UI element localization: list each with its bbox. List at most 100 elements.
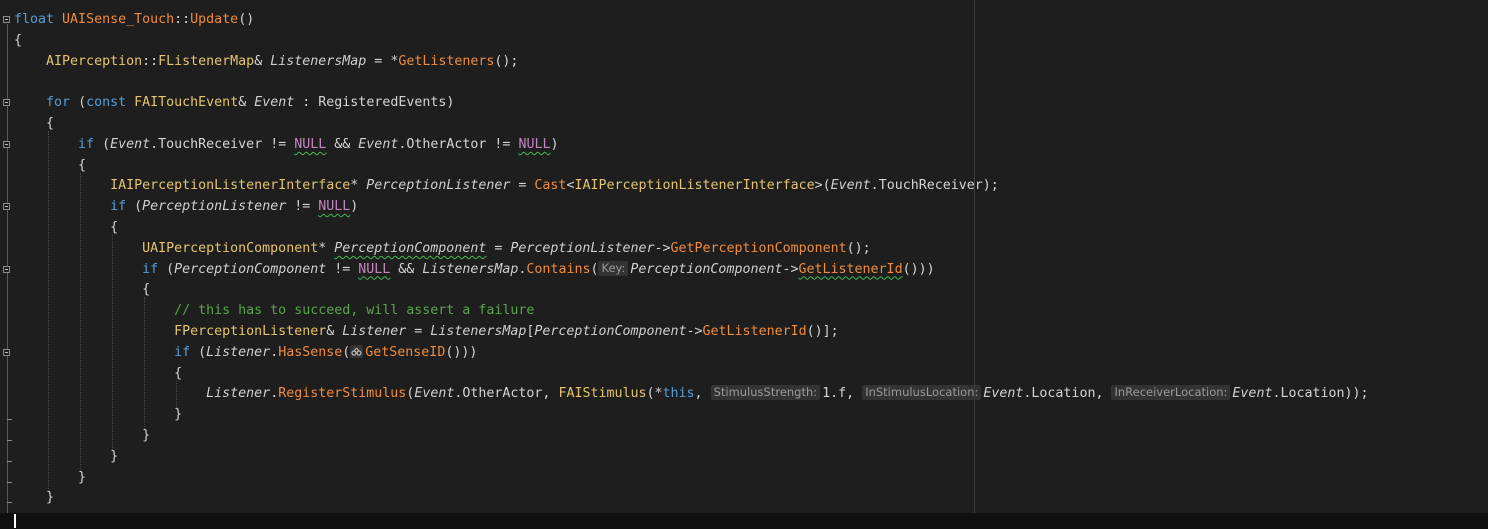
code-token[interactable]: if	[110, 199, 126, 214]
code-line[interactable]: if (Event.TouchReceiver != NULL && Event…	[14, 134, 558, 155]
code-token[interactable]: Event	[983, 386, 1023, 401]
code-token[interactable]: PerceptionListener	[510, 241, 654, 256]
code-token[interactable]: !=	[262, 137, 294, 152]
code-token[interactable]: }	[14, 490, 54, 505]
code-line[interactable]: IAIPerceptionListenerInterface* Percepti…	[14, 175, 999, 196]
code-token[interactable]: (	[126, 199, 142, 214]
code-token[interactable]: !=	[486, 137, 518, 152]
code-token[interactable]: ));	[1345, 386, 1369, 401]
code-token[interactable]: Contains	[526, 262, 590, 277]
code-token[interactable]: RegisteredEvents	[318, 95, 446, 110]
code-token[interactable]: {	[14, 366, 182, 381]
code-token[interactable]: const	[86, 95, 126, 110]
code-token[interactable]	[14, 95, 46, 110]
code-token[interactable]: {	[14, 220, 118, 235]
code-token[interactable]: GetListenerId	[799, 262, 903, 277]
code-token[interactable]: ()	[238, 12, 254, 27]
code-token[interactable]: TouchReceiver	[158, 137, 262, 152]
code-token[interactable]: (	[590, 262, 598, 277]
code-token[interactable]: ();	[494, 54, 518, 69]
code-token[interactable]: AIPerception	[46, 54, 142, 69]
code-token[interactable]: FAITouchEvent	[134, 95, 238, 110]
code-token[interactable]: Event	[1232, 386, 1272, 401]
fold-toggle-icon[interactable]	[3, 140, 10, 148]
code-token[interactable]: *	[318, 241, 334, 256]
code-token[interactable]: {	[14, 158, 86, 173]
code-token[interactable]: ()];	[807, 324, 839, 339]
code-line[interactable]: if (Listener.HasSense(GetSenseID()))	[14, 342, 477, 363]
code-line[interactable]: FPerceptionListener& Listener = Listener…	[14, 321, 839, 342]
code-token[interactable]: PerceptionComponent	[534, 324, 686, 339]
code-token[interactable]: Cast	[534, 178, 566, 193]
code-token[interactable]: ->	[782, 262, 798, 277]
code-token[interactable]: &&	[326, 137, 358, 152]
code-token[interactable]: &	[254, 54, 270, 69]
code-token[interactable]: .	[871, 178, 879, 193]
code-token[interactable]: ::	[174, 12, 190, 27]
code-token[interactable]: TouchReceiver	[879, 178, 983, 193]
code-token[interactable]: )	[350, 199, 358, 214]
code-token[interactable]: (	[70, 95, 86, 110]
code-token[interactable]: GetPerceptionComponent	[671, 241, 847, 256]
code-token[interactable]	[126, 95, 134, 110]
code-token[interactable]	[14, 241, 142, 256]
code-token[interactable]: {	[14, 282, 150, 297]
code-line[interactable]: {	[14, 363, 182, 384]
code-token[interactable]: .	[270, 386, 278, 401]
fold-toggle-icon[interactable]	[3, 265, 10, 273]
code-token[interactable]	[14, 178, 110, 193]
code-token[interactable]: }	[14, 470, 86, 485]
code-token[interactable]: ->	[687, 324, 703, 339]
code-line[interactable]: AIPerception::FListenerMap& ListenersMap…	[14, 51, 518, 72]
code-token[interactable]: ,	[1095, 386, 1111, 401]
code-token[interactable]: >(	[815, 178, 831, 193]
code-token[interactable]	[14, 324, 174, 339]
code-token[interactable]: ListenersMap	[270, 54, 366, 69]
code-token[interactable]: RegisterStimulus	[278, 386, 406, 401]
code-token[interactable]: HasSense	[278, 345, 342, 360]
code-line[interactable]: float UAISense_Touch::Update()	[14, 9, 254, 30]
code-token[interactable]: 1.f,	[822, 386, 862, 401]
code-token[interactable]: = *	[366, 54, 398, 69]
code-line[interactable]: }	[14, 446, 118, 467]
code-token[interactable]	[14, 303, 174, 318]
code-token[interactable]: ()))	[445, 345, 477, 360]
code-token[interactable]: );	[983, 178, 999, 193]
code-token[interactable]: ();	[847, 241, 871, 256]
code-token[interactable]	[54, 12, 62, 27]
code-line[interactable]: {	[14, 30, 22, 51]
code-token[interactable]: (	[190, 345, 206, 360]
code-token[interactable]: (	[342, 345, 350, 360]
code-token[interactable]: Listener	[342, 324, 406, 339]
code-editor[interactable]: float UAISense_Touch::Update(){ AIPercep…	[0, 0, 1488, 529]
code-token[interactable]	[14, 386, 206, 401]
code-token[interactable]: NULL	[518, 137, 550, 152]
code-token[interactable]: if	[142, 262, 158, 277]
code-token[interactable]: PerceptionListener	[366, 178, 510, 193]
fold-toggle-icon[interactable]	[3, 348, 10, 356]
code-token[interactable]: ListenersMap	[422, 262, 518, 277]
code-token[interactable]: }	[14, 449, 118, 464]
code-token[interactable]: UAIPerceptionComponent	[142, 241, 318, 256]
code-token[interactable]	[14, 345, 174, 360]
code-token[interactable]: !=	[326, 262, 358, 277]
code-token[interactable]: ->	[654, 241, 670, 256]
code-token[interactable]	[14, 262, 142, 277]
code-token[interactable]: PerceptionComponent	[174, 262, 326, 277]
code-token[interactable]: float	[14, 12, 54, 27]
code-token[interactable]	[14, 199, 110, 214]
code-line[interactable]: {	[14, 217, 118, 238]
code-token[interactable]: Event	[358, 137, 398, 152]
code-token[interactable]: Location	[1031, 386, 1095, 401]
code-token[interactable]: *	[350, 178, 366, 193]
code-token[interactable]: for	[46, 95, 70, 110]
code-token[interactable]: PerceptionListener	[142, 199, 286, 214]
code-token[interactable]: OtherActor	[462, 386, 542, 401]
fold-toggle-icon[interactable]	[3, 203, 10, 211]
fold-toggle-icon[interactable]	[3, 16, 10, 23]
code-token[interactable]: {	[14, 33, 22, 48]
code-token[interactable]: // this has to succeed, will assert a fa…	[174, 303, 534, 318]
code-token[interactable]: Event	[254, 95, 294, 110]
code-line[interactable]: }	[14, 467, 86, 488]
code-token[interactable]: (*	[647, 386, 663, 401]
